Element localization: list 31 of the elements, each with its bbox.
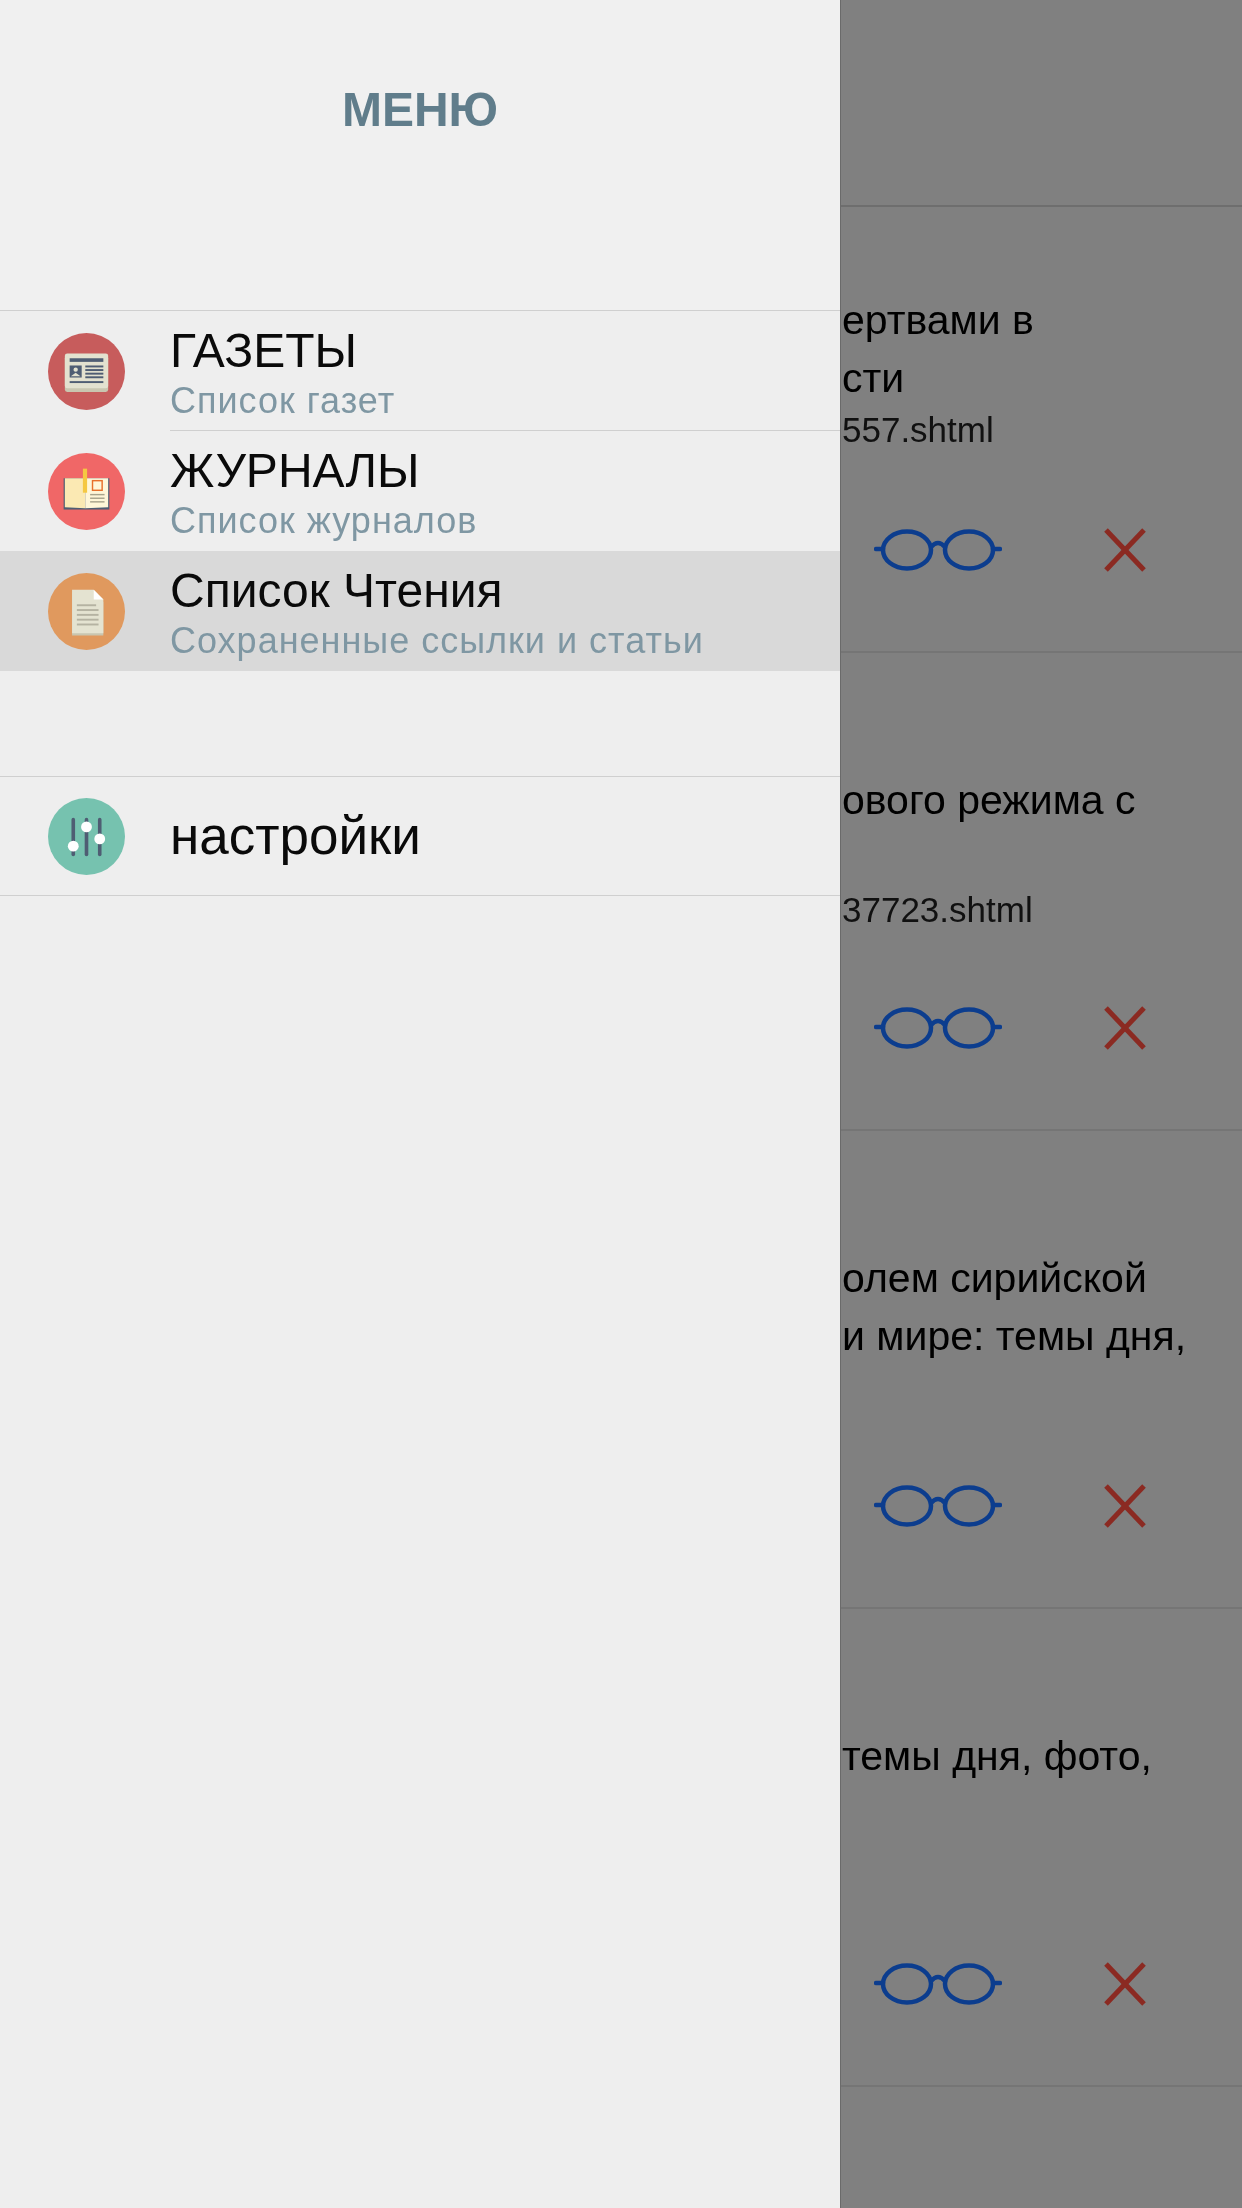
menu-item-subtitle: Список газет <box>170 381 396 421</box>
menu-item-subtitle: Список журналов <box>170 501 478 541</box>
menu-item[interactable]: ГАЗЕТЫ Список газет <box>0 311 840 431</box>
cross-icon[interactable] <box>1104 1962 1146 2006</box>
glasses-icon[interactable] <box>874 528 1002 572</box>
cross-icon[interactable] <box>1104 1006 1146 1050</box>
article-title-line: сти <box>842 354 905 403</box>
menu-item-subtitle: Сохраненные ссылки и статьи <box>170 621 704 661</box>
cross-icon[interactable] <box>1104 1484 1146 1528</box>
menu-title: МЕНЮ <box>341 82 499 138</box>
article-title-line: ертвами в <box>842 296 1034 345</box>
glasses-icon[interactable] <box>874 1962 1002 2006</box>
article-title-line: и мире: темы дня, <box>842 1312 1187 1361</box>
newspaper-icon <box>48 332 125 410</box>
glasses-icon[interactable] <box>874 1484 1002 1528</box>
menu-item[interactable]: ЖУРНАЛЫ Список журналов <box>0 431 840 551</box>
menu-item-title: ГАЗЕТЫ <box>170 325 358 377</box>
settings-icon <box>48 797 125 875</box>
article-title-line: ового режима с <box>842 776 1136 825</box>
article-title-line: олем сирийской <box>842 1254 1147 1303</box>
menu-item-title: ЖУРНАЛЫ <box>170 445 420 497</box>
article-url: 37723.shtml <box>841 889 1033 931</box>
glasses-icon[interactable] <box>874 1006 1002 1050</box>
article-url: 557.shtml <box>841 409 994 451</box>
settings-item[interactable]: настройки <box>0 777 840 895</box>
menu-item[interactable]: Список Чтения Сохраненные ссылки и статьи <box>0 551 840 671</box>
document-icon <box>48 572 125 650</box>
open-book-icon <box>48 452 125 530</box>
article-title-line: темы дня, фото, <box>842 1732 1152 1781</box>
menu-item-title: Список Чтения <box>170 565 503 617</box>
cross-icon[interactable] <box>1104 528 1146 572</box>
